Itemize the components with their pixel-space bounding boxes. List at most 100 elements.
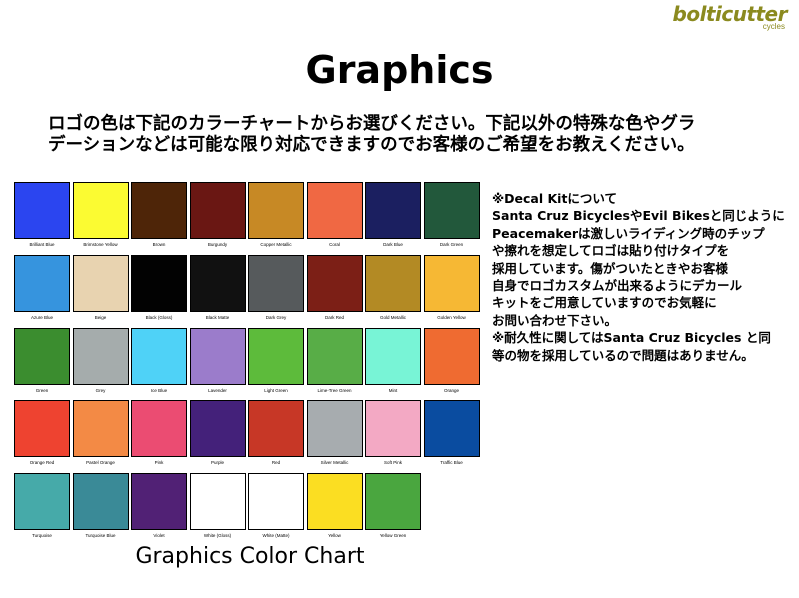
color-swatch xyxy=(306,327,363,385)
color-swatch xyxy=(306,473,363,531)
color-swatch xyxy=(131,254,187,312)
color-name-label: Dark Green xyxy=(439,242,464,247)
note-line: お問い合わせ下さい。 xyxy=(492,312,618,328)
color-name-label: Yellow Green xyxy=(379,533,407,539)
color-name-label: Coral xyxy=(329,242,340,247)
color-name-label: Azure Blue xyxy=(30,314,53,320)
intro-text: ロゴの色は下記のカラーチャートからお選びください。下記以外の特殊な色やグラ デー… xyxy=(48,114,768,156)
color-name-label: Purple xyxy=(210,460,224,466)
color-swatch xyxy=(365,327,421,385)
color-swatch xyxy=(189,473,246,531)
color-swatch-item: Soft Pink xyxy=(365,400,421,470)
color-name-label: White (Gloss) xyxy=(203,533,232,539)
color-swatch-item: Dark Green xyxy=(423,182,480,252)
color-swatch-item: Black (Gloss) xyxy=(131,254,187,325)
color-name-label: White (Matte) xyxy=(262,533,290,539)
color-swatch xyxy=(72,182,129,239)
color-name-label: Burgundy xyxy=(207,242,228,247)
color-swatch-item: Dark Red xyxy=(306,254,363,325)
color-swatch-item: Orange Red xyxy=(14,400,70,470)
color-swatch xyxy=(306,182,363,239)
color-swatch xyxy=(365,182,421,239)
color-swatch-item: Orange xyxy=(423,327,480,398)
color-swatch xyxy=(131,327,187,385)
color-name-label: Mint xyxy=(388,387,398,393)
color-swatch-item: Brimstone Yellow xyxy=(72,182,129,252)
color-name-label: Traffic Blue xyxy=(440,460,463,466)
color-swatch-item: Grey xyxy=(72,327,129,398)
color-swatch-item: Lime-Tree Green xyxy=(306,327,363,398)
color-swatch-item: Light Green xyxy=(248,327,304,398)
color-name-label: Brown xyxy=(152,242,166,247)
color-swatch-item: Coral xyxy=(306,182,363,252)
color-swatch xyxy=(14,400,70,458)
color-swatch xyxy=(189,327,246,385)
color-swatch-item: Beige xyxy=(72,254,129,325)
color-swatch xyxy=(72,327,129,385)
color-swatch xyxy=(248,182,304,239)
color-swatch xyxy=(365,254,421,312)
color-name-label: Lavender xyxy=(208,387,227,393)
color-swatch-item: Traffic Blue xyxy=(423,400,480,470)
logo-wordmark: bolticutter xyxy=(672,2,788,26)
intro-line: ロゴの色は下記のカラーチャートからお選びください。下記以外の特殊な色やグラ xyxy=(48,114,696,134)
color-swatch xyxy=(306,400,363,458)
color-name-label: Silver Metallic xyxy=(320,460,349,466)
color-swatch xyxy=(131,473,187,531)
color-swatch xyxy=(423,400,480,458)
color-name-label: Orange xyxy=(443,387,459,393)
color-name-label: Soft Pink xyxy=(383,460,402,466)
color-name-label: Gold Metallic xyxy=(379,314,406,320)
color-swatch xyxy=(248,254,304,312)
note-line: キットをご用意していますのでお気軽に xyxy=(492,295,717,311)
color-swatch xyxy=(189,400,246,458)
color-swatch xyxy=(131,400,187,458)
color-swatch xyxy=(72,254,129,312)
color-swatch-item: Golden Yellow xyxy=(423,254,480,325)
note-line: 採用しています。傷がついたときやお客様 xyxy=(492,260,728,276)
color-name-label: Light Green xyxy=(264,387,288,393)
color-swatch xyxy=(423,182,480,239)
color-swatch-item: Silver Metallic xyxy=(306,400,363,470)
color-swatch xyxy=(248,327,304,385)
color-name-label: Orange Red xyxy=(29,460,55,466)
color-swatch-item: Mint xyxy=(365,327,421,398)
color-name-label: Black Matte xyxy=(205,314,230,320)
color-name-label: Green xyxy=(35,387,49,393)
color-name-label: Turquoise Blue xyxy=(85,533,116,539)
color-swatch-item: Turquoise Blue xyxy=(72,473,129,543)
color-swatch xyxy=(189,182,246,239)
color-swatch-item: Azure Blue xyxy=(14,254,70,325)
color-name-label: Red xyxy=(271,460,281,466)
color-name-label: Grey xyxy=(95,387,106,393)
color-name-label: Ice Blue xyxy=(150,387,168,393)
color-swatch xyxy=(72,400,129,458)
color-swatch xyxy=(248,473,304,531)
note-line: 自身でロゴカスタムが出来るようにデカール xyxy=(492,278,743,294)
color-swatch xyxy=(189,254,246,312)
color-name-label: Brimstone Yellow xyxy=(83,242,118,247)
color-swatch xyxy=(14,182,70,239)
note-line: Peacemakerは激しいライディング時のチップ xyxy=(492,225,765,241)
color-swatch-item: Black Matte xyxy=(189,254,246,325)
color-swatch-item: Ice Blue xyxy=(131,327,187,398)
color-name-label: Lime-Tree Green xyxy=(317,387,352,393)
color-name-label: Turquoise xyxy=(32,533,52,539)
color-swatch-item: Brown xyxy=(131,182,187,252)
color-name-label: Violet xyxy=(153,533,165,539)
color-swatch xyxy=(248,400,304,458)
color-name-label: Copper Metallic xyxy=(260,242,292,247)
color-name-label: Brilliant Blue xyxy=(29,242,55,247)
color-name-label: Yellow xyxy=(328,533,341,539)
color-name-label: Beige xyxy=(94,314,107,320)
color-swatch xyxy=(365,400,421,458)
note-line: 等の物を採用しているので問題はありません。 xyxy=(492,347,754,363)
color-swatch xyxy=(14,473,70,531)
color-swatch xyxy=(423,327,480,385)
color-swatch-item: Pastel Orange xyxy=(72,400,129,470)
color-swatch-item: Gold Metallic xyxy=(365,254,421,325)
color-name-label: Black (Gloss) xyxy=(145,314,173,320)
color-swatch xyxy=(365,473,421,531)
page-title: Graphics xyxy=(305,48,494,92)
intro-line: デーションなどは可能な限り対応できますのでお客様のご希望をお教えください。 xyxy=(48,135,695,155)
